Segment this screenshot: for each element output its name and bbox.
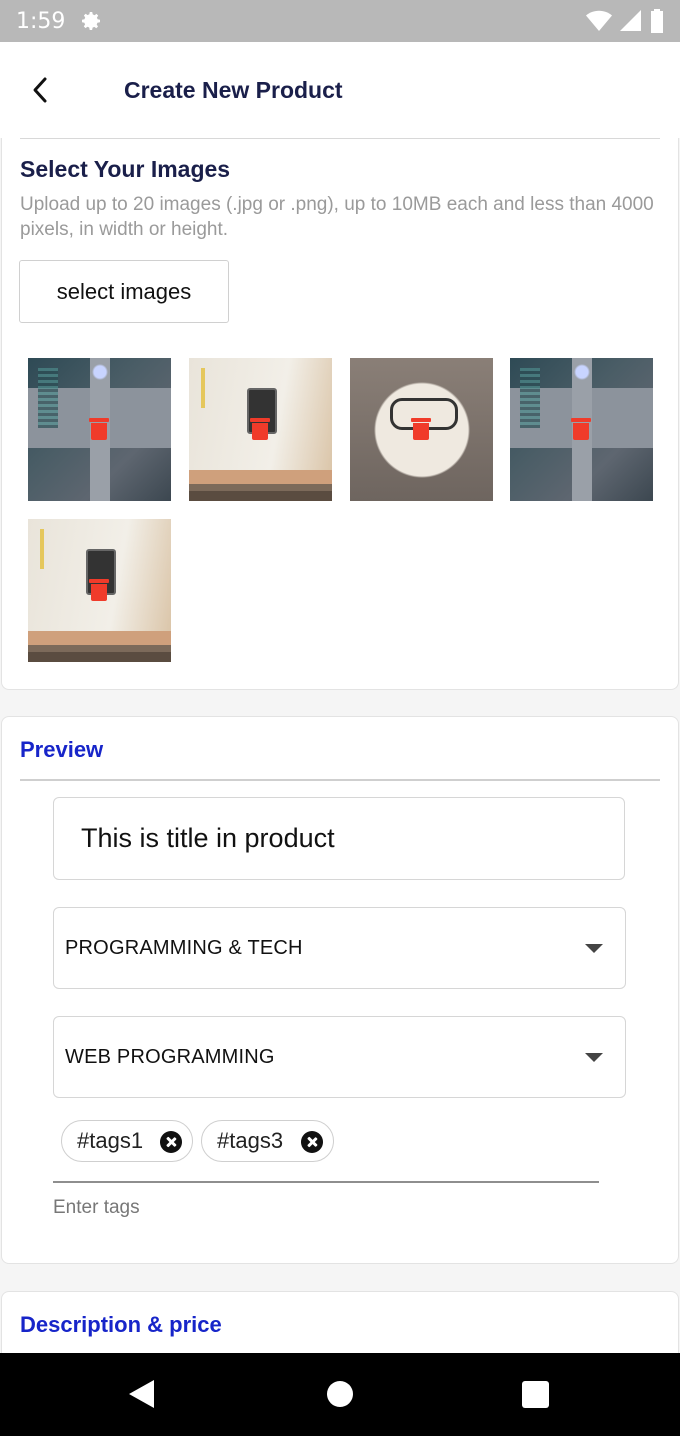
trash-icon[interactable] [89, 418, 109, 440]
trash-icon[interactable] [411, 418, 431, 440]
status-bar: 1:59 [0, 0, 680, 42]
subcategory-select[interactable]: WEB PROGRAMMING [53, 1016, 626, 1098]
remove-tag-icon[interactable] [160, 1131, 182, 1153]
wifi-icon [586, 10, 612, 32]
image-thumbnail-5[interactable] [28, 519, 171, 662]
subcategory-select-value: WEB PROGRAMMING [65, 1045, 275, 1068]
divider [20, 779, 660, 781]
page-title: Create New Product [124, 76, 343, 103]
image-thumbnail-1[interactable] [28, 358, 171, 501]
home-circle-icon[interactable] [327, 1381, 353, 1407]
chevron-down-icon [585, 1053, 603, 1062]
select-images-button[interactable]: select images [19, 260, 229, 323]
chevron-left-icon [33, 77, 47, 103]
back-button[interactable] [0, 42, 80, 138]
trash-icon[interactable] [89, 579, 109, 601]
tags-input[interactable] [53, 1195, 599, 1221]
status-time: 1:59 [16, 8, 66, 34]
status-icons [586, 9, 664, 33]
images-section-subtitle: Upload up to 20 images (.jpg or .png), u… [20, 194, 654, 240]
app-bar: Create New Product [0, 42, 680, 138]
signal-icon [620, 10, 641, 31]
category-select[interactable]: PROGRAMMING & TECH [53, 907, 626, 989]
system-nav-bar [0, 1353, 680, 1436]
recents-square-icon[interactable] [522, 1381, 549, 1408]
images-section-title: Select Your Images [20, 156, 231, 182]
gear-icon [79, 9, 103, 33]
trash-icon[interactable] [250, 418, 270, 440]
battery-icon [651, 9, 663, 33]
tag-chip-label: #tags3 [217, 1128, 284, 1153]
tag-chip[interactable]: #tags3 [201, 1120, 334, 1162]
image-thumbnail-3[interactable] [350, 358, 493, 501]
tag-chip[interactable]: #tags1 [61, 1120, 193, 1162]
tag-chip-label: #tags1 [77, 1128, 144, 1153]
description-section-title: Description & price [20, 1312, 222, 1337]
trash-icon[interactable] [571, 418, 591, 440]
remove-tag-icon[interactable] [301, 1131, 323, 1153]
image-thumbnail-4[interactable] [510, 358, 653, 501]
preview-section-title: Preview [20, 737, 104, 762]
image-thumbnail-2[interactable] [189, 358, 332, 501]
images-card: Select Your Images Upload up to 20 image… [1, 138, 679, 690]
divider [20, 138, 660, 139]
tags-input-underline [53, 1181, 599, 1183]
product-title-field[interactable]: This is title in product [53, 797, 625, 880]
chevron-down-icon [585, 944, 603, 953]
back-triangle-icon[interactable] [129, 1380, 154, 1408]
product-title-value: This is title in product [81, 823, 335, 853]
category-select-value: PROGRAMMING & TECH [65, 936, 303, 959]
